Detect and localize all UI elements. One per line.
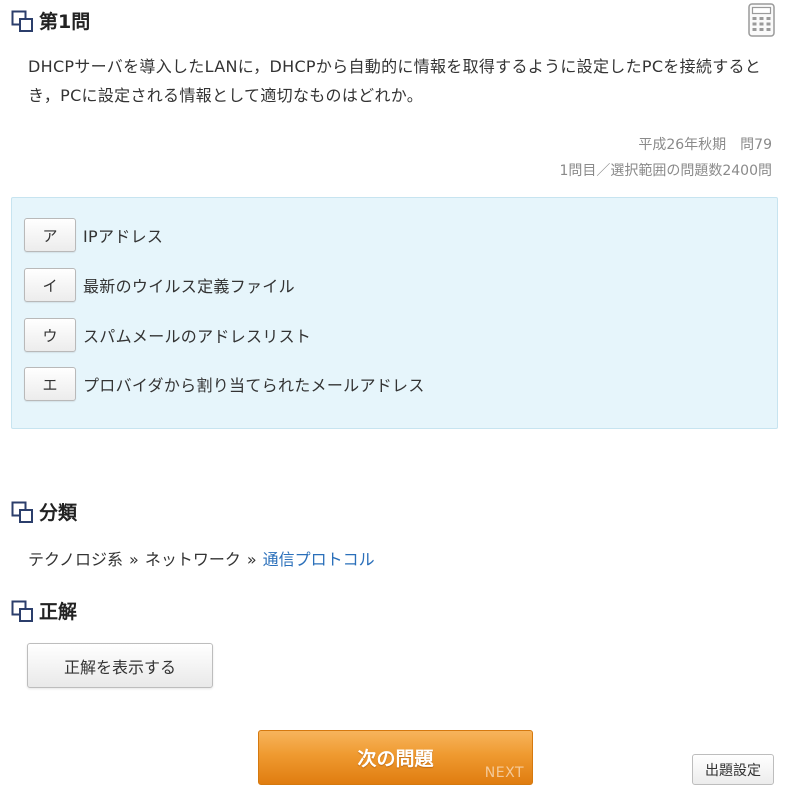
next-question-label: 次の問題 (357, 748, 434, 770)
breadcrumb: テクノロジ系 » ネットワーク » 通信プロトコル (28, 546, 375, 570)
breadcrumb-separator: » (129, 550, 139, 569)
choice-i-text: 最新のウイルス定義ファイル (83, 277, 295, 296)
choices-panel: ア IPアドレス イ 最新のウイルス定義ファイル ウ スパムメールのアドレスリス… (11, 197, 778, 429)
choice-e-button[interactable]: エ (24, 367, 76, 401)
category-title: 分類 (39, 502, 78, 524)
answer-heading: 正解 (11, 597, 77, 624)
section-marker-icon (11, 501, 33, 523)
calculator-icon[interactable] (748, 3, 775, 37)
section-marker-icon (11, 600, 33, 622)
question-title: 第1問 (39, 11, 91, 33)
choice-row: ア IPアドレス (24, 218, 163, 252)
choice-row: イ 最新のウイルス定義ファイル (24, 268, 295, 302)
choice-row: エ プロバイダから割り当てられたメールアドレス (24, 367, 425, 401)
choice-a-button[interactable]: ア (24, 218, 76, 252)
choice-row: ウ スパムメールのアドレスリスト (24, 318, 311, 352)
category-heading: 分類 (11, 498, 77, 525)
question-settings-button[interactable]: 出題設定 (692, 754, 774, 785)
next-sub-label: NEXT (484, 765, 524, 781)
choice-u-button[interactable]: ウ (24, 318, 76, 352)
section-marker-icon (11, 10, 33, 32)
choice-i-button[interactable]: イ (24, 268, 76, 302)
question-progress: 1問目／選択範囲の問題数2400問 (559, 163, 772, 179)
breadcrumb-level1: テクノロジ系 (28, 550, 124, 569)
next-question-button[interactable]: 次の問題 NEXT (258, 730, 533, 785)
choice-e-text: プロバイダから割り当てられたメールアドレス (83, 376, 425, 395)
breadcrumb-level2: ネットワーク (144, 550, 241, 569)
breadcrumb-level3-link[interactable]: 通信プロトコル (263, 550, 375, 569)
question-heading: 第1問 (11, 7, 90, 34)
breadcrumb-separator: » (246, 550, 257, 569)
question-text: DHCPサーバを導入したLANに，DHCPから自動的に情報を取得するように設定し… (28, 57, 762, 105)
exam-info: 平成26年秋期 問79 (638, 137, 772, 153)
show-answer-button[interactable]: 正解を表示する (27, 643, 213, 688)
choice-a-text: IPアドレス (83, 227, 164, 246)
choice-u-text: スパムメールのアドレスリスト (83, 327, 312, 346)
answer-title: 正解 (39, 601, 78, 623)
